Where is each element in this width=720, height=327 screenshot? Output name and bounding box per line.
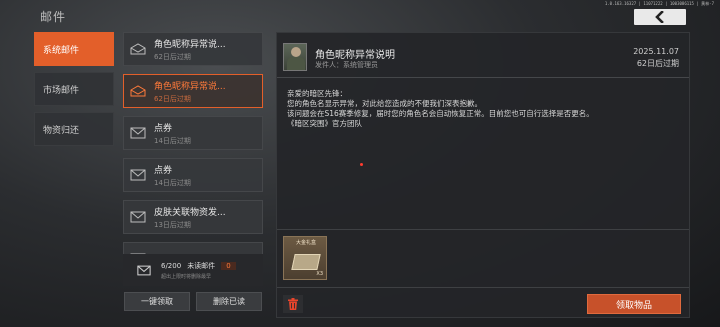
mail-list-item[interactable]: 点券 14日后过期	[123, 158, 263, 192]
attachment-quantity: X3	[316, 271, 323, 277]
mail-icon	[130, 127, 146, 139]
sidebar-item-item-return[interactable]: 物资归还	[34, 112, 114, 146]
mail-detail-title: 角色昵称异常说明	[315, 50, 395, 61]
mail-expiry: 62日后过期	[154, 52, 191, 61]
mail-body-line: 您的角色名显示异常，对此给您造成的不便我们深表抱歉。	[287, 99, 482, 108]
mail-body-line: 亲爱的暗区先锋：	[287, 89, 347, 98]
mail-limit-note: 超出上限时将删除最早	[161, 273, 212, 280]
mail-open-icon	[130, 43, 146, 55]
mail-subject: 点券	[154, 123, 173, 134]
divider	[277, 77, 689, 78]
build-info: 1.0.163.16327 | 11071222 | 1003086115 | …	[604, 1, 714, 6]
mail-expiry: 14日后过期	[154, 178, 191, 187]
mail-subject: 皮肤关联物资发...	[154, 207, 226, 218]
mail-icon	[130, 169, 146, 181]
mail-body-line: 该问题会在S16赛季修复，届时您的角色名会自动恢复正常。目前您也可自行选择是否更…	[287, 109, 594, 118]
mail-list-item[interactable]: 点券	[123, 242, 263, 254]
delete-mail-button[interactable]	[283, 295, 303, 313]
trash-icon	[288, 298, 298, 310]
page-title: 邮件	[40, 10, 67, 24]
mail-list-item[interactable]: 皮肤关联物资发... 13日后过期	[123, 200, 263, 234]
mail-body-line: 《暗区突围》官方团队	[287, 119, 362, 128]
sidebar-item-label: 市场邮件	[43, 85, 80, 96]
sidebar-item-label: 物资归还	[43, 125, 80, 136]
chevron-left-icon	[655, 11, 664, 23]
sidebar-item-label: 系统邮件	[43, 45, 80, 56]
mail-detail-expiry: 62日后过期	[636, 59, 679, 68]
mail-expiry: 62日后过期	[154, 94, 191, 103]
mail-subject: 点券	[154, 165, 173, 176]
gift-box-icon	[291, 254, 321, 270]
attachment-item[interactable]: 大金礼盒 X3	[283, 236, 327, 280]
mail-subject: 角色昵称异常说...	[154, 81, 226, 92]
mail-open-icon	[130, 85, 146, 97]
claim-items-button[interactable]: 领取物品	[587, 294, 681, 314]
attachment-area: 大金礼盒 X3	[277, 229, 689, 287]
mail-list-item-selected[interactable]: 角色昵称异常说... 62日后过期	[123, 74, 263, 108]
mail-list[interactable]: 角色昵称异常说... 62日后过期 角色昵称异常说... 62日后过期 点券 1…	[123, 32, 263, 254]
mail-detail-panel: 角色昵称异常说明 发件人：系统管理员 2025.11.07 62日后过期 亲爱的…	[276, 32, 690, 318]
avatar	[283, 43, 307, 71]
mail-sender: 发件人：系统管理员	[315, 61, 378, 69]
mail-list-item[interactable]: 点券 14日后过期	[123, 116, 263, 150]
top-bar: 邮件 1.0.163.16327 | 11071222 | 1003086115…	[0, 0, 720, 28]
back-button[interactable]	[634, 9, 686, 25]
mail-subject: 角色昵称异常说...	[154, 39, 226, 50]
mail-counter: 6/200 未读邮件 0 超出上限时将删除最早	[123, 254, 263, 286]
detail-footer: 领取物品	[277, 287, 689, 317]
mail-date: 2025.11.07	[633, 47, 679, 56]
delete-read-button[interactable]: 删除已读	[196, 292, 262, 311]
unread-label: 未读邮件	[187, 261, 216, 270]
sidebar-item-system-mail[interactable]: 系统邮件	[34, 32, 114, 66]
sidebar-item-market-mail[interactable]: 市场邮件	[34, 72, 114, 106]
attachment-name: 大金礼盒	[295, 240, 316, 246]
mail-list-item[interactable]: 角色昵称异常说... 62日后过期	[123, 32, 263, 66]
mail-count: 6/200	[161, 261, 182, 270]
mail-category-sidebar: 系统邮件 市场邮件 物资归还	[34, 32, 114, 152]
mail-expiry: 13日后过期	[154, 220, 191, 229]
unread-count-badge: 0	[221, 261, 236, 270]
mail-icon	[137, 265, 151, 275]
mail-icon	[130, 211, 146, 223]
claim-all-button[interactable]: 一键领取	[124, 292, 190, 311]
mail-expiry: 14日后过期	[154, 136, 191, 145]
red-dot-marker	[360, 163, 363, 166]
mail-body: 亲爱的暗区先锋： 您的角色名显示异常，对此给您造成的不便我们深表抱歉。 该问题会…	[287, 89, 677, 129]
